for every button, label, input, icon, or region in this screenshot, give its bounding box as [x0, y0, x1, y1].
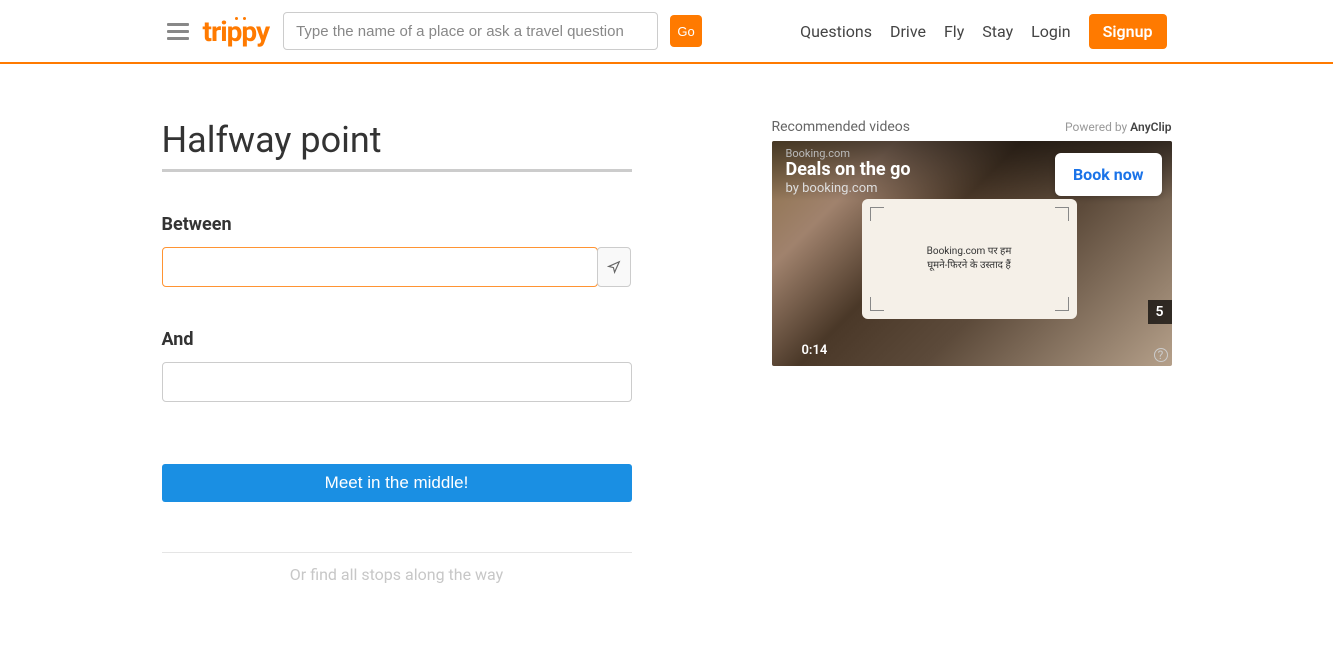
- nav-login[interactable]: Login: [1031, 22, 1070, 41]
- go-button[interactable]: Go: [670, 15, 702, 47]
- recommended-header: Recommended videos Powered by AnyClip: [772, 119, 1172, 135]
- location-arrow-icon: [607, 260, 621, 274]
- locate-button[interactable]: [597, 247, 631, 287]
- search-wrap: Go: [283, 12, 702, 50]
- powered-by: Powered by AnyClip: [1065, 120, 1171, 134]
- video-count-badge: 5: [1148, 300, 1172, 324]
- page-title: Halfway point: [162, 119, 632, 161]
- sidebar: Recommended videos Powered by AnyClip Bo…: [772, 119, 1172, 584]
- nav-drive[interactable]: Drive: [890, 22, 926, 41]
- video-help-icon[interactable]: ?: [1154, 348, 1168, 362]
- content: Halfway point Between And Meet in the mi…: [142, 64, 1192, 584]
- video-card[interactable]: Booking.com Deals on the go by booking.c…: [772, 141, 1172, 366]
- video-timestamp: 0:14: [802, 343, 828, 358]
- video-subtitle: by booking.com: [786, 181, 878, 196]
- nav: Questions Drive Fly Stay Login Signup: [800, 14, 1166, 49]
- signup-button[interactable]: Signup: [1089, 14, 1167, 49]
- and-label: And: [162, 329, 632, 350]
- section-divider: [162, 552, 632, 553]
- nav-questions[interactable]: Questions: [800, 22, 872, 41]
- search-input[interactable]: [283, 12, 658, 50]
- video-title: Deals on the go: [786, 159, 911, 180]
- find-stops-link[interactable]: Or find all stops along the way: [162, 565, 632, 584]
- between-input-row: [162, 247, 632, 287]
- main-form: Halfway point Between And Meet in the mi…: [162, 119, 632, 584]
- between-label: Between: [162, 214, 632, 235]
- between-input[interactable]: [162, 247, 598, 287]
- logo[interactable]: trippy: [203, 15, 270, 48]
- and-input-row: [162, 362, 632, 402]
- header: trippy Go Questions Drive Fly Stay Login…: [167, 0, 1167, 62]
- title-underline: [162, 169, 632, 172]
- video-content-frame: Booking.com पर हम घूमने-फिरने के उस्ताद …: [862, 199, 1077, 319]
- and-input[interactable]: [162, 362, 632, 402]
- video-frame-text: Booking.com पर हम घूमने-फिरने के उस्ताद …: [927, 245, 1012, 273]
- book-now-button[interactable]: Book now: [1055, 153, 1162, 196]
- nav-fly[interactable]: Fly: [944, 22, 964, 41]
- nav-stay[interactable]: Stay: [982, 22, 1013, 41]
- recommended-label: Recommended videos: [772, 119, 910, 135]
- meet-middle-button[interactable]: Meet in the middle!: [162, 464, 632, 502]
- hamburger-menu-icon[interactable]: [167, 23, 189, 40]
